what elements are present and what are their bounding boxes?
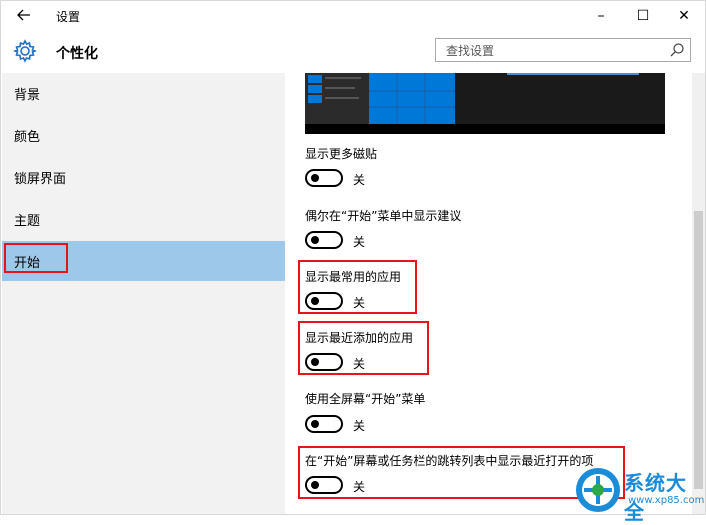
search-icon[interactable] (669, 42, 685, 58)
toggle-suggestions[interactable] (305, 231, 343, 249)
sidebar-item-background[interactable]: 背景 (2, 73, 285, 113)
setting-label-suggestions: 偶尔在“开始”菜单中显示建议 (305, 209, 462, 223)
page-title: 个性化 (56, 46, 98, 62)
toggle-knob (311, 236, 319, 244)
window-title: 设置 (56, 10, 81, 24)
sidebar-item-themes[interactable]: 主题 (2, 199, 285, 239)
scrollbar-thumb[interactable] (694, 211, 703, 489)
setting-label-full-screen: 使用全屏幕“开始”菜单 (305, 392, 426, 406)
toggle-knob (311, 174, 319, 182)
settings-window: 设置 – ☐ ✕ 个性化 背景 颜色 锁屏界面 主题 开始 (0, 0, 706, 524)
search-box[interactable] (435, 38, 691, 62)
gear-icon (12, 39, 38, 63)
search-input[interactable] (444, 41, 668, 61)
scrollbar[interactable] (692, 73, 705, 514)
minimize-button[interactable]: – (586, 5, 616, 27)
sidebar: 背景 颜色 锁屏界面 主题 开始 (2, 73, 285, 514)
maximize-button[interactable]: ☐ (628, 5, 658, 27)
sidebar-item-label: 背景 (14, 88, 41, 103)
back-arrow-icon[interactable] (13, 5, 35, 27)
sidebar-item-lock-screen[interactable]: 锁屏界面 (2, 157, 285, 197)
toggle-state: 关 (353, 173, 366, 187)
sidebar-item-colors[interactable]: 颜色 (2, 115, 285, 155)
highlight-box-most-used (298, 260, 417, 314)
toggle-knob (311, 420, 319, 428)
title-bar: 设置 – ☐ ✕ (1, 1, 705, 31)
toggle-state: 关 (353, 419, 366, 433)
sidebar-item-label: 颜色 (14, 130, 41, 145)
start-menu-preview (305, 73, 665, 134)
sidebar-item-label: 主题 (14, 214, 41, 229)
toggle-state: 关 (353, 235, 366, 249)
sidebar-item-label: 锁屏界面 (14, 172, 67, 187)
watermark-logo: 系统大全 www.xp85.com (568, 463, 706, 524)
setting-label-more-tiles: 显示更多磁贴 (305, 147, 378, 161)
toggle-more-tiles[interactable] (305, 169, 343, 187)
close-button[interactable]: ✕ (669, 5, 699, 27)
watermark-url: www.xp85.com (628, 495, 705, 506)
highlight-box-start (4, 243, 68, 273)
toggle-full-screen[interactable] (305, 415, 343, 433)
highlight-box-recently-added (298, 321, 429, 375)
